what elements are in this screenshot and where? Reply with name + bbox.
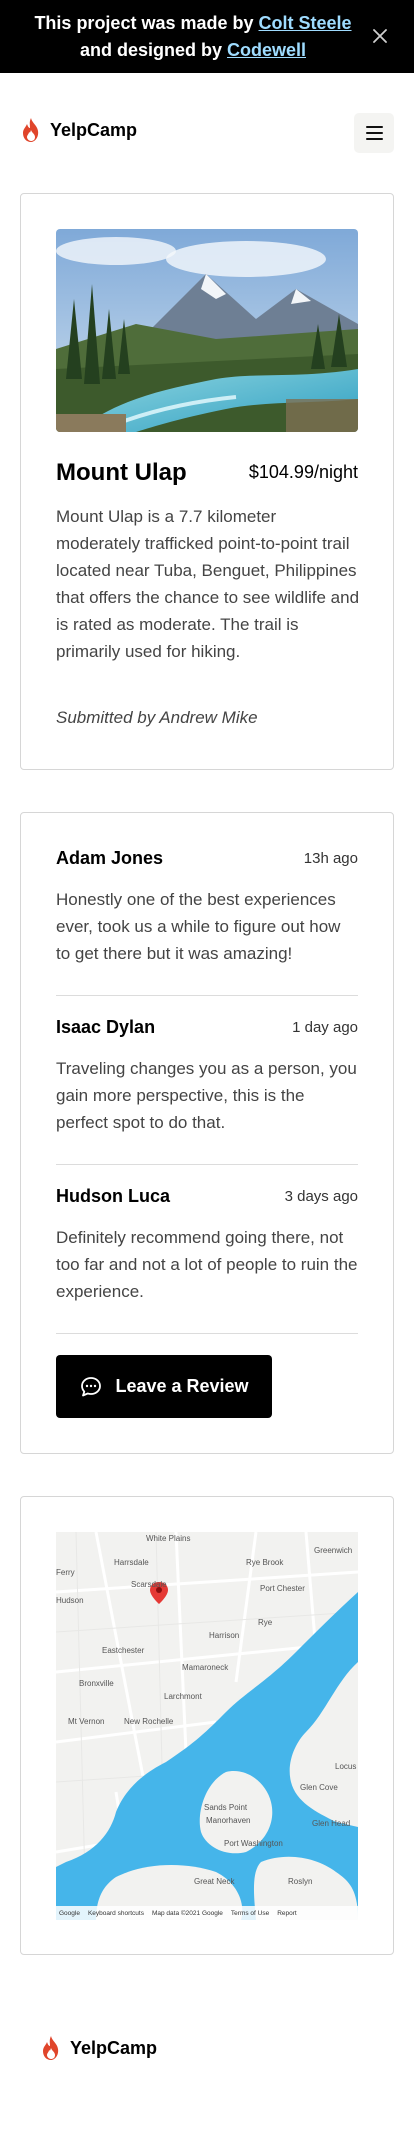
map-place: Larchmont	[164, 1692, 202, 1701]
leave-review-button[interactable]: Leave a Review	[56, 1355, 272, 1418]
map-place: Rye	[258, 1618, 273, 1627]
divider	[56, 1164, 358, 1165]
map-place: Great Neck	[194, 1877, 235, 1886]
map-place: Greenwich	[314, 1546, 353, 1555]
banner-author-link[interactable]: Colt Steele	[259, 13, 352, 33]
map-place: Locus	[335, 1762, 357, 1771]
map-place: Roslyn	[288, 1877, 313, 1886]
leave-review-label: Leave a Review	[115, 1376, 249, 1396]
map-place: Rye Brook	[246, 1558, 284, 1567]
review-body: Definitely recommend going there, not to…	[56, 1228, 358, 1301]
footer-brand-logo[interactable]: YelpCamp	[40, 2035, 157, 2061]
top-nav: YelpCamp	[0, 73, 414, 193]
banner-text: This project was made by Colt Steele and…	[28, 10, 358, 64]
flame-icon	[43, 2036, 59, 2060]
google-logo: Google	[59, 1909, 80, 1917]
map-place: Ferry	[56, 1568, 75, 1577]
map-place: Glen Cove	[300, 1783, 338, 1792]
map-place: White Plains	[146, 1534, 191, 1543]
map-place: Mt Vernon	[68, 1717, 105, 1726]
map-place: Eastchester	[102, 1646, 145, 1655]
review-author: Hudson Luca	[56, 1186, 171, 1206]
location-map[interactable]: White Plains Greenwich Rye Brook Harrsda…	[56, 1532, 358, 1920]
review-time: 13h ago	[303, 850, 358, 867]
reviews-card: Adam Jones 13h ago Honestly one of the b…	[20, 812, 394, 1454]
campground-title: Mount Ulap	[56, 459, 187, 486]
map-attribution: Google Keyboard shortcuts Map data ©2021…	[56, 1906, 358, 1920]
flame-icon	[23, 118, 39, 142]
brand-name: YelpCamp	[50, 119, 138, 140]
map-place: Manorhaven	[206, 1816, 251, 1825]
hamburger-menu-button[interactable]	[354, 113, 394, 153]
keyboard-shortcuts-link[interactable]: Keyboard shortcuts	[88, 1910, 144, 1917]
report-link[interactable]: Report	[277, 1910, 297, 1917]
map-place: Port Washington	[224, 1839, 283, 1848]
map-card: White Plains Greenwich Rye Brook Harrsda…	[20, 1496, 394, 1955]
review-time: 1 day ago	[292, 1019, 358, 1036]
review-author: Adam Jones	[56, 848, 164, 868]
map-place: Glen Head	[312, 1819, 351, 1828]
campground-card: Mount Ulap $104.99/night Mount Ulap is a…	[20, 193, 394, 770]
brand-logo[interactable]: YelpCamp	[20, 117, 137, 143]
campground-price: $104.99/night	[248, 462, 358, 482]
announcement-banner: This project was made by Colt Steele and…	[0, 0, 414, 73]
banner-prefix: This project was made by	[34, 13, 259, 33]
campground-image	[56, 229, 358, 432]
map-place: New Rochelle	[124, 1717, 174, 1726]
submitted-by: Submitted by Andrew Mike	[56, 708, 258, 727]
map-place: Harrison	[209, 1631, 240, 1640]
campground-description: Mount Ulap is a 7.7 kilometer moderately…	[56, 507, 360, 661]
review-time: 3 days ago	[284, 1188, 358, 1205]
map-place: Sands Point	[204, 1803, 248, 1812]
map-place: Hudson	[56, 1596, 84, 1605]
close-icon[interactable]	[368, 24, 392, 48]
chat-bubble-icon	[81, 1376, 102, 1396]
banner-designer-link[interactable]: Codewell	[227, 40, 306, 60]
terms-link[interactable]: Terms of Use	[231, 1910, 269, 1917]
map-place: Scarsdale	[131, 1580, 167, 1589]
footer-brand-name: YelpCamp	[70, 2037, 158, 2058]
banner-middle: and designed by	[79, 40, 227, 60]
map-data-text: Map data ©2021 Google	[151, 1909, 223, 1917]
map-place: Port Chester	[260, 1584, 305, 1593]
review-body: Traveling changes you as a person, you g…	[56, 1059, 357, 1132]
map-place: Harrsdale	[114, 1558, 149, 1567]
review-body: Honestly one of the best experiences eve…	[56, 890, 341, 963]
map-place: Mamaroneck	[182, 1663, 229, 1672]
map-place: Bronxville	[79, 1679, 114, 1688]
divider	[56, 995, 358, 996]
review-author: Isaac Dylan	[56, 1017, 156, 1037]
divider	[56, 1333, 358, 1334]
